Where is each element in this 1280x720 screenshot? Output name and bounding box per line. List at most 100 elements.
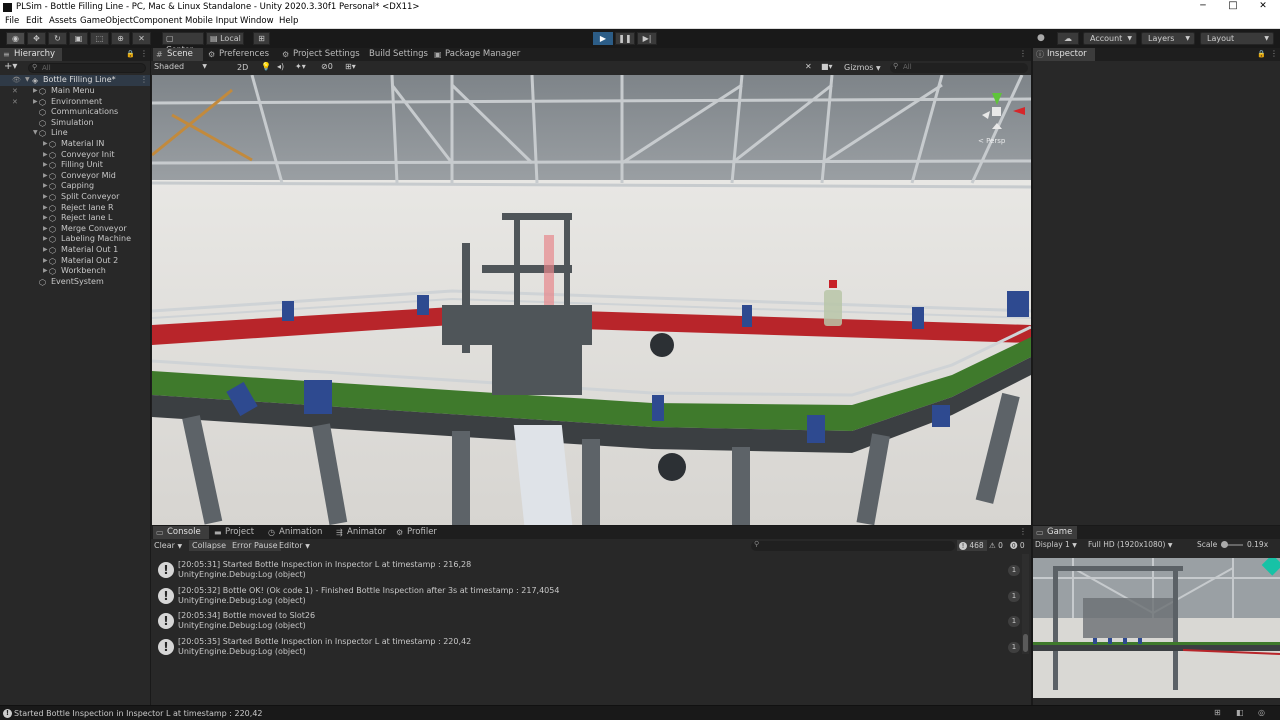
resolution-dropdown[interactable]: Full HD (1920x1080) ▼ [1088,540,1173,549]
hidden-objects-toggle[interactable]: ⊘0 [321,62,333,71]
step-button[interactable]: ▶| [637,32,657,45]
hierarchy-item[interactable]: ▶ ⬡ Conveyor Init [0,150,150,161]
persp-label[interactable]: < Persp [978,137,1005,145]
hierarchy-item[interactable]: ▶ ⬡ Workbench [0,266,150,277]
menu-mobile-input[interactable]: Mobile Input [185,16,238,26]
hierarchy-item[interactable]: ▶ ⬡ Material IN [0,139,150,150]
info-filter-toggle[interactable]: ! 468 [957,540,987,551]
chevron-right-icon[interactable]: ▶ [43,150,48,161]
menu-gameobject[interactable]: GameObject [80,16,133,26]
shading-mode-dropdown[interactable]: Shaded ▼ [153,62,209,74]
clear-button[interactable]: Clear ▼ [154,541,182,550]
chevron-right-icon[interactable]: ▶ [43,181,48,192]
chevron-down-icon[interactable]: ▼ [25,75,30,86]
console-log-entry[interactable]: ! [20:05:34] Bottle moved to Slot26 UnityE… [153,609,1023,634]
chevron-down-icon[interactable]: ▼ [33,128,38,139]
pivot-local-button[interactable]: ▤ Local [206,32,244,45]
hierarchy-item[interactable]: ⬡ Communications [0,107,150,118]
grid-toggle[interactable]: ⊞▾ [345,62,356,71]
more-menu-icon[interactable]: ⋮ [1019,49,1027,58]
pause-button[interactable]: ❚❚ [615,32,635,45]
tab-scene[interactable]: # Scene [153,48,203,61]
hierarchy-item[interactable]: ✕ ▶ ⬡ Main Menu [0,86,150,97]
chevron-right-icon[interactable]: ▶ [43,256,48,267]
custom-tool-button[interactable]: ✕ [132,32,151,45]
collab-icon[interactable]: ● [1037,33,1045,43]
camera-icon[interactable]: ■▾ [821,62,833,71]
error-filter-toggle[interactable]: ⓿ 0 [1010,540,1030,551]
more-menu-icon[interactable]: ⋮ [140,49,148,58]
scene-viewport[interactable]: < Persp [152,75,1031,525]
scale-slider[interactable] [1221,541,1243,548]
more-menu-icon[interactable]: ⋮ [1270,49,1278,58]
rect-tool-button[interactable]: ⬚ [90,32,109,45]
console-scrollbar[interactable] [1022,554,1029,654]
effects-icon[interactable]: ✦▾ [295,62,306,71]
game-viewport[interactable] [1033,558,1280,698]
error-pause-button[interactable]: Error Pause [229,540,281,551]
chevron-right-icon[interactable]: ▶ [43,139,48,150]
gizmos-dropdown[interactable]: Gizmos ▼ [844,63,881,72]
lock-icon[interactable]: 🔒 [1257,50,1266,58]
hierarchy-item[interactable]: ▶ ⬡ Reject lane L [0,213,150,224]
hierarchy-item[interactable]: ▶ ⬡ Conveyor Mid [0,171,150,182]
console-log-entry[interactable]: ! [20:05:35] Started Bottle Inspection in… [153,635,1023,660]
chevron-right-icon[interactable]: ▶ [43,171,48,182]
console-log-entry[interactable]: ! [20:05:31] Started Bottle Inspection in… [153,558,1023,583]
debug-icon[interactable]: ◎ [1258,708,1265,717]
hierarchy-item[interactable]: ⬡ Simulation [0,118,150,129]
add-button[interactable]: +▾ [4,61,17,72]
tab-package-manager[interactable]: ▣ Package Manager [431,48,523,61]
tab-project-settings[interactable]: ⚙ Project Settings [279,48,361,61]
view-tool-button[interactable]: ◉ [6,32,25,45]
console-search-input[interactable]: ⚲ [751,540,955,551]
hierarchy-item[interactable]: ▶ ⬡ Material Out 2 [0,256,150,267]
hierarchy-item[interactable]: ▶ ⬡ Merge Conveyor [0,224,150,235]
hierarchy-item[interactable]: ▶ ⬡ Material Out 1 [0,245,150,256]
minimize-button[interactable]: ─ [1196,1,1210,11]
chevron-right-icon[interactable]: ▶ [43,224,48,235]
editor-dropdown[interactable]: Editor ▼ [279,541,310,550]
cache-icon[interactable]: ◧ [1236,708,1244,717]
visibility-toggle-icon[interactable]: 👁 [12,75,21,86]
chevron-right-icon[interactable]: ▶ [43,245,48,256]
more-menu-icon[interactable]: ⋮ [1019,527,1027,536]
chevron-right-icon[interactable]: ▶ [33,97,38,108]
hierarchy-search-input[interactable]: ⚲ All [28,63,146,73]
menu-component[interactable]: Component [133,16,182,26]
tab-inspector[interactable]: ⓘ Inspector [1033,48,1095,61]
tab-build-settings[interactable]: Build Settings [355,48,428,61]
chevron-right-icon[interactable]: ▶ [43,203,48,214]
scale-tool-button[interactable]: ▣ [69,32,88,45]
transform-tool-button[interactable]: ⊕ [111,32,130,45]
tab-project[interactable]: ▬ Project [211,526,261,539]
chevron-right-icon[interactable]: ▶ [43,160,48,171]
chevron-right-icon[interactable]: ▶ [33,86,38,97]
lock-icon[interactable]: 🔒 [126,50,135,58]
layers-dropdown[interactable]: Layers ▼ [1141,32,1195,45]
visibility-toggle-icon[interactable]: ✕ [12,86,18,97]
more-menu-icon[interactable]: ⋮ [140,75,148,86]
scene-search-input[interactable]: ⚲ All [890,62,1028,73]
visibility-toggle-icon[interactable]: ✕ [12,97,18,108]
hierarchy-item[interactable]: ▶ ⬡ Labeling Machine [0,234,150,245]
tab-preferences[interactable]: ⚙ Preferences [205,48,277,61]
progress-icon[interactable]: ⊞ [1214,708,1221,717]
mode-2d-toggle[interactable]: 2D [237,63,248,72]
hierarchy-root-scene[interactable]: 👁 ▼ ◈ Bottle Filling Line* ⋮ [0,75,150,86]
account-dropdown[interactable]: Account ▼ [1083,32,1137,45]
pivot-center-button[interactable]: ▢ Center [162,32,204,54]
lighting-icon[interactable]: 💡 [261,62,271,71]
maximize-button[interactable]: □ [1226,0,1240,11]
audio-icon[interactable]: ◂) [277,62,284,71]
menu-window[interactable]: Window [240,16,274,26]
warning-filter-toggle[interactable]: ⚠ 0 [989,540,1009,551]
tab-animation[interactable]: ◷ Animation [265,526,331,539]
hierarchy-item[interactable]: ✕ ▶ ⬡ Environment [0,97,150,108]
tab-game[interactable]: ▭ Game [1033,526,1077,539]
tab-profiler[interactable]: ⚙ Profiler [393,526,451,539]
cloud-button[interactable]: ☁ [1057,32,1079,45]
hierarchy-item[interactable]: ▶ ⬡ Reject lane R [0,203,150,214]
menu-edit[interactable]: Edit [26,16,42,26]
slider-handle[interactable] [1221,541,1228,548]
